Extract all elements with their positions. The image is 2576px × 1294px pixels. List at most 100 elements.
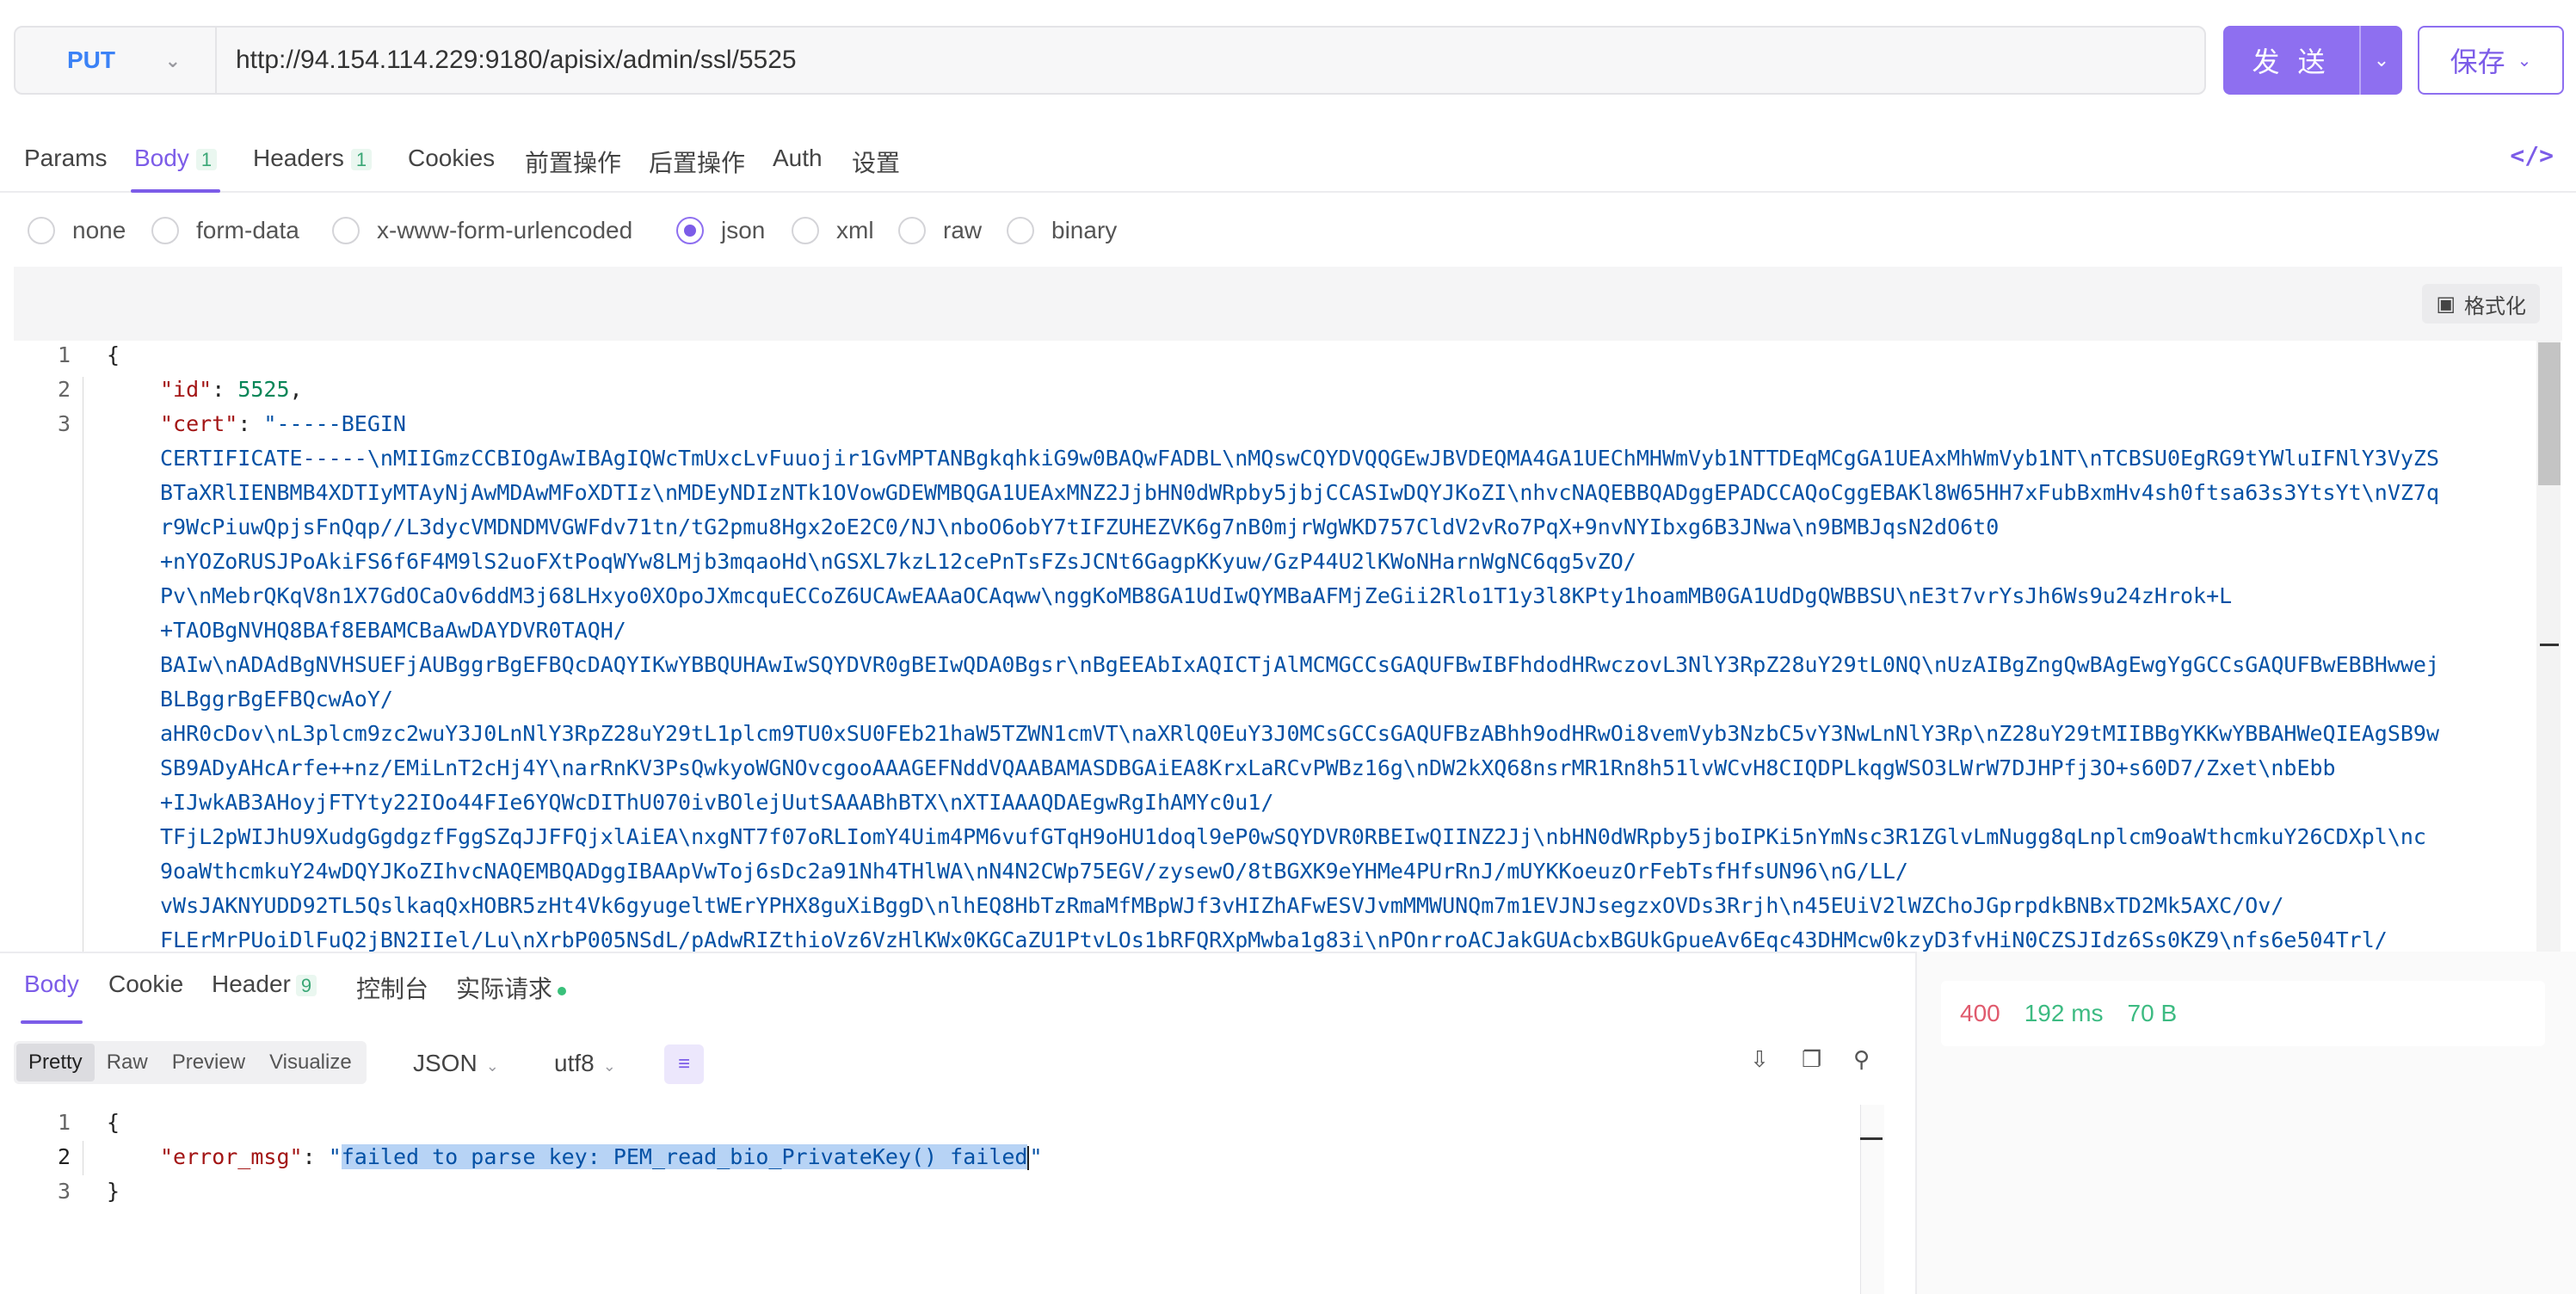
send-dropdown-button[interactable]: ⌄ [2359,26,2402,95]
code-line: { [107,342,120,367]
code-line: FLErMrPUoiDlFuQ2jBN2IIel/Lu\nXrbP005NSdL… [160,927,2388,952]
tab-post-request[interactable]: 后置操作 [649,145,745,193]
radio-circle [898,217,926,244]
response-tab-actual-request[interactable]: 实际请求 [456,970,567,1024]
method-select[interactable]: PUT ⌄ [15,28,217,93]
code-line: "error_msg": "failed to parse key: PEM_r… [160,1144,1043,1170]
scrollbar-marker [2540,644,2559,646]
code-line: } [107,1179,120,1204]
code-icon[interactable]: </> [2510,141,2554,169]
send-button[interactable]: 发 送 [2223,26,2359,95]
radio-json[interactable]: json [676,217,765,244]
response-tabs: Body Cookie Header 9 控制台 实际请求 [0,953,1915,1024]
code-line: BLBggrBgEFBQcwAoY/ [160,687,393,712]
format-select[interactable]: JSON ⌄ [413,1050,499,1077]
tab-label: Params [24,145,108,171]
body-type-options: none form-data x-www-form-urlencoded jso… [0,208,2576,256]
code-line: BTaXRlIENBMB4XDTIyMTAyNjAwMDAwMFoXDTIz\n… [160,480,2440,505]
format-label: 格式化 [2464,294,2526,318]
encoding-value: utf8 [554,1050,595,1076]
line-number: 3 [57,411,71,436]
code-line: SB9ADyAHcArfe++nz/EMiLnT2cHj4Y\narRnKV3P… [160,755,2336,780]
download-icon[interactable]: ⇩ [1750,1046,1769,1073]
json-string-quote: " [1029,1144,1043,1169]
view-preview[interactable]: Preview [160,1044,257,1081]
line-number: 1 [57,342,71,367]
save-label: 保存 [2450,46,2505,77]
view-pretty[interactable]: Pretty [16,1044,95,1081]
response-scrollbar[interactable] [1860,1105,1884,1294]
radio-x-www-form-urlencoded[interactable]: x-www-form-urlencoded [332,217,632,244]
tab-label: Auth [773,145,823,171]
radio-xml[interactable]: xml [792,217,874,244]
chevron-down-icon: ⌄ [2517,51,2532,71]
response-tab-header[interactable]: Header 9 [212,970,317,1024]
radio-label: json [721,217,766,243]
code-line: CERTIFICATE-----\nMIIGmzCCBIOgAwIBAgIQWc… [160,446,2440,471]
response-time: 192 ms [2024,1000,2104,1026]
tab-headers[interactable]: Headers 1 [253,145,373,193]
radio-label: none [72,217,126,243]
radio-label: x-www-form-urlencoded [377,217,633,243]
code-line: TFjL2pWIJhU9XudgGgdgzfFggSZqJJFFQjxlAiEA… [160,824,2426,849]
json-key: "id" [160,377,213,402]
radio-circle [151,217,179,244]
line-number: 2 [57,1144,71,1169]
radio-label: xml [836,217,874,243]
radio-form-data[interactable]: form-data [151,217,299,244]
tab-badge: 9 [295,975,317,996]
view-mode-switch: Pretty Raw Preview Visualize [14,1041,367,1084]
save-button[interactable]: 保存 ⌄ [2418,26,2564,95]
radio-label: raw [943,217,983,243]
tab-settings[interactable]: 设置 [852,145,900,193]
radio-none[interactable]: none [28,217,126,244]
json-string: "-----BEGIN [263,411,406,436]
request-body-editor[interactable]: 1 2 3 { "id": 5525, "cert": "-----BEGIN … [14,341,2562,952]
json-key: "cert" [160,411,238,436]
response-size: 70 B [2127,1000,2178,1026]
response-tab-body[interactable]: Body [21,970,83,1024]
code-line: +nYOZoRUSJPoAkiFS6f6F4M9lS2uoFXtPoqWYw8L… [160,549,1636,574]
json-number: 5525 [237,377,290,402]
tab-auth[interactable]: Auth [773,145,823,193]
view-raw[interactable]: Raw [95,1044,160,1081]
response-tab-console[interactable]: 控制台 [356,970,428,1024]
url-input[interactable]: http://94.154.114.229:9180/apisix/admin/… [217,46,797,75]
radio-circle [1007,217,1034,244]
radio-circle [792,217,819,244]
line-number: 2 [57,377,71,402]
selected-text[interactable]: failed to parse key: PEM_read_bio_Privat… [341,1144,1028,1169]
tab-cookies[interactable]: Cookies [408,145,495,193]
code-line: { [107,1110,120,1135]
code-line: vWsJAKNYUDD92TL5QslkaqQxHOBR5zHt4Vk6gyug… [160,893,2284,918]
wrap-lines-button[interactable]: ≡ [664,1044,704,1084]
response-toolbar: Pretty Raw Preview Visualize JSON ⌄ utf8 ⌄… [0,1036,1915,1091]
tab-params[interactable]: Params [24,145,107,193]
tab-label: 前置操作 [525,150,622,176]
tab-label: Header [212,970,291,997]
radio-raw[interactable]: raw [898,217,982,244]
editor-scrollbar-thumb[interactable] [2538,342,2561,485]
response-tab-cookie[interactable]: Cookie [108,970,183,1024]
code-line: +IJwkAB3AHoyjFTYty22IOo44FIe6YQWcDIThU07… [160,790,1274,815]
encoding-select[interactable]: utf8 ⌄ [554,1050,616,1077]
copy-icon[interactable]: ❐ [1802,1046,1821,1073]
response-body-viewer[interactable]: 1 2 3 { "error_msg": "failed to parse ke… [14,1105,1864,1294]
format-icon: ▣ [2436,292,2456,316]
tab-body[interactable]: Body 1 [130,145,221,193]
tab-badge: 1 [350,149,373,170]
tab-label: 控制台 [356,976,429,1002]
search-icon[interactable]: ⚲ [1853,1046,1870,1073]
format-button[interactable]: ▣ 格式化 [2422,284,2540,324]
url-bar: PUT ⌄ http://94.154.114.229:9180/apisix/… [14,26,2206,95]
tab-pre-request[interactable]: 前置操作 [525,145,621,193]
view-visualize[interactable]: Visualize [257,1044,364,1081]
tab-label: 后置操作 [649,150,746,176]
wrap-lines-icon: ≡ [677,1052,690,1075]
request-tabs: Params Body 1 Headers 1 Cookies 前置操作 后置操作 … [0,129,2576,193]
radio-label: form-data [196,217,299,243]
radio-binary[interactable]: binary [1007,217,1117,244]
tab-label: Headers [253,145,344,171]
json-key: "error_msg" [160,1144,303,1169]
status-panel: 400 192 ms 70 B [1917,952,2576,1294]
